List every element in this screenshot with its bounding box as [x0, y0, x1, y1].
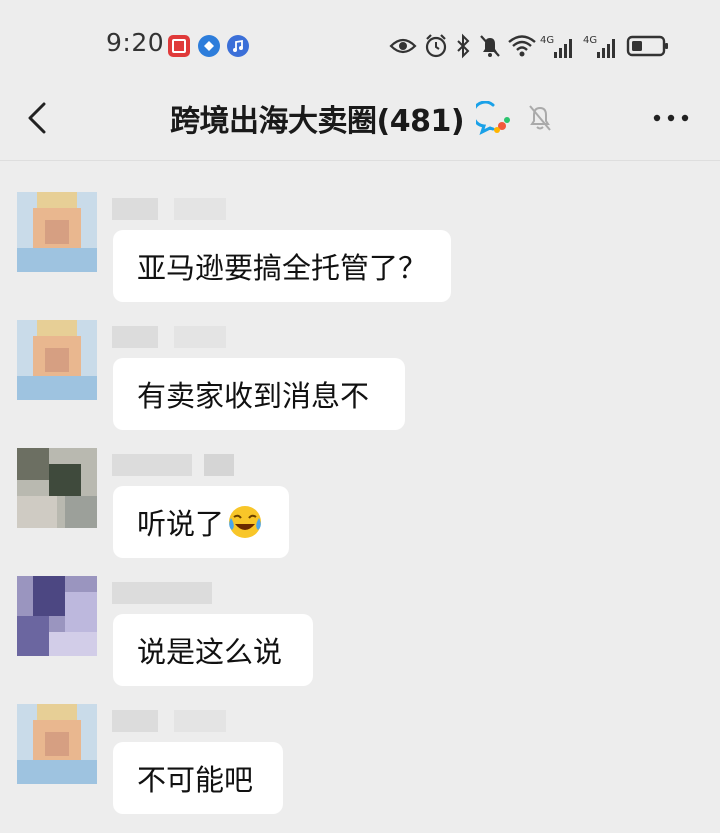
message-text: 亚马逊要搞全托管了？ — [137, 251, 428, 285]
back-button[interactable] — [20, 96, 60, 140]
svg-text:4G: 4G — [540, 35, 554, 46]
message-bubble[interactable]: 亚马逊要搞全托管了？ — [113, 230, 451, 302]
bell-off-icon — [526, 103, 554, 133]
notification-app-icon — [168, 35, 190, 57]
sender-name-blurred — [112, 198, 232, 220]
sender-name-blurred — [112, 326, 232, 348]
eye-icon — [389, 30, 417, 62]
browser-app-icon — [198, 35, 220, 57]
battery-icon — [626, 30, 670, 62]
chevron-left-icon — [28, 102, 46, 134]
wifi-icon — [507, 30, 537, 62]
avatar[interactable] — [17, 192, 97, 272]
message-bubble[interactable]: 说是这么说 — [113, 614, 313, 686]
chat-message: 说是这么说 — [0, 576, 720, 696]
avatar[interactable] — [17, 704, 97, 784]
chat-title: 跨境出海大卖圈(481) — [170, 104, 465, 139]
chat-title-area[interactable]: 跨境出海大卖圈(481) — [170, 96, 554, 140]
svg-text:4G: 4G — [583, 35, 597, 46]
mute-icon — [478, 30, 502, 62]
avatar[interactable] — [17, 448, 97, 528]
message-text: 不可能吧 — [137, 763, 254, 797]
message-bubble[interactable]: 有卖家收到消息不 — [113, 358, 405, 430]
status-time: 9:20 — [106, 28, 165, 57]
more-button[interactable] — [648, 96, 694, 140]
crying-laughing-emoji — [227, 504, 263, 540]
chat-header: 跨境出海大卖圈(481) — [0, 76, 720, 161]
sender-name-blurred — [112, 454, 234, 476]
signal-4g-icon: 4G — [583, 30, 621, 62]
signal-4g-icon: 4G — [540, 30, 578, 62]
alarm-icon — [424, 30, 448, 62]
chat-message: 亚马逊要搞全托管了？ — [0, 192, 720, 312]
message-text: 说是这么说 — [137, 635, 283, 669]
sender-name-blurred — [112, 582, 232, 604]
chat-message: 有卖家收到消息不 — [0, 320, 720, 440]
more-horizontal-icon — [653, 114, 689, 122]
message-text: 听说了 — [137, 507, 225, 541]
chat-message: 听说了 — [0, 448, 720, 568]
sender-name-blurred — [112, 710, 232, 732]
message-bubble[interactable]: 听说了 — [113, 486, 289, 558]
avatar[interactable] — [17, 576, 97, 656]
chat-message: 不可能吧 — [0, 704, 720, 824]
message-text: 有卖家收到消息不 — [137, 379, 370, 413]
message-bubble[interactable]: 不可能吧 — [113, 742, 283, 814]
bluetooth-icon — [455, 30, 471, 62]
music-app-icon — [227, 35, 249, 57]
chat-bubble-icon — [471, 100, 512, 135]
avatar[interactable] — [17, 320, 97, 400]
